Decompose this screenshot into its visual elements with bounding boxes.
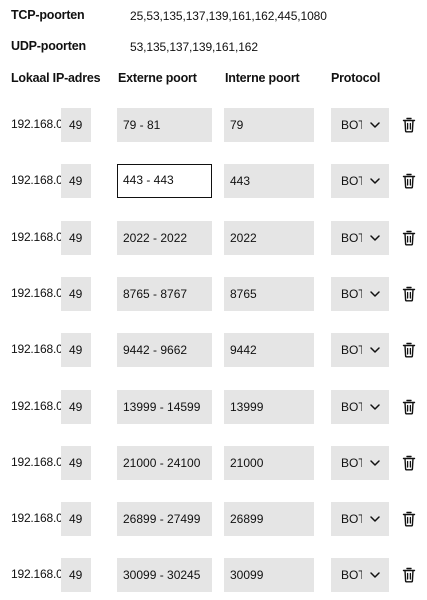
trash-icon[interactable] bbox=[402, 399, 416, 415]
ip-suffix-input[interactable]: 49 bbox=[61, 221, 91, 255]
trash-icon[interactable] bbox=[402, 286, 416, 302]
udp-ports-label: UDP-poorten bbox=[11, 39, 86, 53]
trash-icon[interactable] bbox=[402, 230, 416, 246]
internal-port-input[interactable]: 26899 bbox=[224, 502, 314, 536]
ip-suffix-input[interactable]: 49 bbox=[61, 277, 91, 311]
internal-port-input[interactable]: 443 bbox=[224, 164, 314, 198]
protocol-value: BOTH bbox=[341, 512, 362, 526]
protocol-select[interactable]: BOTH bbox=[331, 108, 389, 142]
chevron-down-icon bbox=[370, 235, 380, 241]
internal-port-input[interactable]: 30099 bbox=[224, 558, 314, 592]
rule-row: 192.168.0.49 21000 - 24100 21000 BOTH bbox=[0, 446, 427, 480]
chevron-down-icon bbox=[370, 404, 380, 410]
protocol-select[interactable]: BOTH bbox=[331, 502, 389, 536]
header-protocol: Protocol bbox=[331, 71, 381, 85]
chevron-down-icon bbox=[370, 572, 380, 578]
udp-ports-value: 53,135,137,139,161,162 bbox=[130, 40, 258, 54]
udp-ports-row: UDP-poorten 53,135,137,139,161,162 bbox=[11, 39, 421, 59]
ip-suffix-input[interactable]: 49 bbox=[61, 502, 91, 536]
ip-suffix-input[interactable]: 49 bbox=[61, 390, 91, 424]
header-external-port: Externe poort bbox=[118, 71, 197, 85]
internal-port-input[interactable]: 13999 bbox=[224, 390, 314, 424]
rule-row: 192.168.0.49 79 - 81 79 BOTH bbox=[0, 108, 427, 142]
protocol-select[interactable]: BOTH bbox=[331, 390, 389, 424]
ip-suffix-input[interactable]: 49 bbox=[61, 333, 91, 367]
chevron-down-icon bbox=[370, 291, 380, 297]
protocol-select[interactable]: BOTH bbox=[331, 558, 389, 592]
external-port-input[interactable]: 2022 - 2022 bbox=[117, 221, 212, 255]
protocol-select[interactable]: BOTH bbox=[331, 221, 389, 255]
trash-icon[interactable] bbox=[402, 567, 416, 583]
rule-row: 192.168.0.49 443 - 443 443 BOTH bbox=[0, 164, 427, 198]
external-port-input[interactable]: 443 - 443 bbox=[117, 164, 212, 198]
trash-icon[interactable] bbox=[402, 117, 416, 133]
tcp-ports-value: 25,53,135,137,139,161,162,445,1080 bbox=[130, 9, 327, 23]
ip-prefix: 192.168.0. bbox=[11, 173, 66, 187]
external-port-input[interactable]: 8765 - 8767 bbox=[117, 277, 212, 311]
external-port-input[interactable]: 13999 - 14599 bbox=[117, 390, 212, 424]
internal-port-input[interactable]: 2022 bbox=[224, 221, 314, 255]
internal-port-input[interactable]: 8765 bbox=[224, 277, 314, 311]
tcp-ports-label: TCP-poorten bbox=[11, 8, 85, 22]
trash-icon[interactable] bbox=[402, 342, 416, 358]
protocol-value: BOTH bbox=[341, 118, 362, 132]
external-port-input[interactable]: 21000 - 24100 bbox=[117, 446, 212, 480]
protocol-value: BOTH bbox=[341, 343, 362, 357]
chevron-down-icon bbox=[370, 122, 380, 128]
protocol-select[interactable]: BOTH bbox=[331, 333, 389, 367]
protocol-value: BOTH bbox=[341, 231, 362, 245]
ip-prefix: 192.168.0. bbox=[11, 511, 66, 525]
rule-row: 192.168.0.49 9442 - 9662 9442 BOTH bbox=[0, 333, 427, 367]
external-port-input[interactable]: 79 - 81 bbox=[117, 108, 212, 142]
tcp-ports-row: TCP-poorten 25,53,135,137,139,161,162,44… bbox=[11, 8, 421, 28]
ip-prefix: 192.168.0. bbox=[11, 455, 66, 469]
rule-row: 192.168.0.49 8765 - 8767 8765 BOTH bbox=[0, 277, 427, 311]
ip-suffix-input[interactable]: 49 bbox=[61, 558, 91, 592]
chevron-down-icon bbox=[370, 460, 380, 466]
header-local-ip: Lokaal IP-adres bbox=[11, 71, 101, 85]
protocol-value: BOTH bbox=[341, 400, 362, 414]
ip-suffix-input[interactable]: 49 bbox=[61, 446, 91, 480]
ip-prefix: 192.168.0. bbox=[11, 567, 66, 581]
protocol-value: BOTH bbox=[341, 456, 362, 470]
trash-icon[interactable] bbox=[402, 173, 416, 189]
protocol-select[interactable]: BOTH bbox=[331, 164, 389, 198]
ip-prefix: 192.168.0. bbox=[11, 286, 66, 300]
chevron-down-icon bbox=[370, 347, 380, 353]
rule-row: 192.168.0.49 26899 - 27499 26899 BOTH bbox=[0, 502, 427, 536]
external-port-input[interactable]: 9442 - 9662 bbox=[117, 333, 212, 367]
protocol-value: BOTH bbox=[341, 174, 362, 188]
protocol-select[interactable]: BOTH bbox=[331, 277, 389, 311]
ip-prefix: 192.168.0. bbox=[11, 399, 66, 413]
ip-suffix-input[interactable]: 49 bbox=[61, 164, 91, 198]
protocol-value: BOTH bbox=[341, 568, 362, 582]
ip-prefix: 192.168.0. bbox=[11, 230, 66, 244]
ip-suffix-input[interactable]: 49 bbox=[61, 108, 91, 142]
chevron-down-icon bbox=[370, 516, 380, 522]
internal-port-input[interactable]: 79 bbox=[224, 108, 314, 142]
rule-row: 192.168.0.49 13999 - 14599 13999 BOTH bbox=[0, 390, 427, 424]
rule-row: 192.168.0.49 2022 - 2022 2022 BOTH bbox=[0, 221, 427, 255]
protocol-value: BOTH bbox=[341, 287, 362, 301]
chevron-down-icon bbox=[370, 178, 380, 184]
protocol-select[interactable]: BOTH bbox=[331, 446, 389, 480]
rule-row: 192.168.0.49 30099 - 30245 30099 BOTH bbox=[0, 558, 427, 592]
internal-port-input[interactable]: 21000 bbox=[224, 446, 314, 480]
column-headers: Lokaal IP-adres Externe poort Interne po… bbox=[0, 71, 427, 89]
ip-prefix: 192.168.0. bbox=[11, 117, 66, 131]
header-internal-port: Interne poort bbox=[225, 71, 300, 85]
external-port-input[interactable]: 26899 - 27499 bbox=[117, 502, 212, 536]
trash-icon[interactable] bbox=[402, 511, 416, 527]
external-port-input[interactable]: 30099 - 30245 bbox=[117, 558, 212, 592]
ip-prefix: 192.168.0. bbox=[11, 342, 66, 356]
trash-icon[interactable] bbox=[402, 455, 416, 471]
internal-port-input[interactable]: 9442 bbox=[224, 333, 314, 367]
